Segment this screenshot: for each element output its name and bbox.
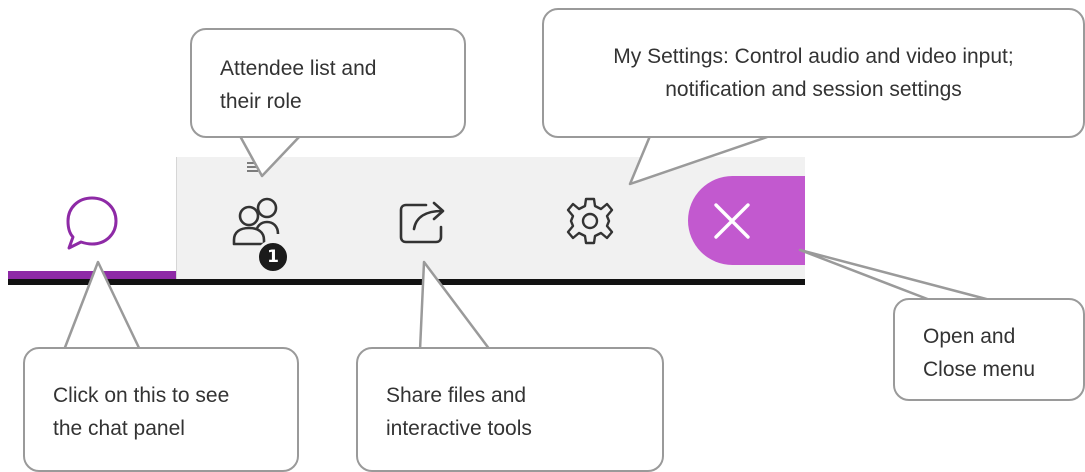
chat-callout-pointer <box>62 260 142 352</box>
close-callout-line-1: Open and <box>923 325 1016 348</box>
close-callout-pointer <box>798 248 992 302</box>
share-callout: Share files and interactive tools <box>356 347 664 472</box>
close-callout-line-2: Close menu <box>923 358 1036 381</box>
close-callout: Open and Close menu <box>893 298 1085 401</box>
settings-callout-pointer <box>628 134 772 186</box>
chat-callout-line-2: the chat panel <box>53 417 185 440</box>
settings-callout: My Settings: Control audio and video inp… <box>542 8 1085 138</box>
attendees-callout: Attendee list and their role <box>190 28 466 138</box>
share-callout-line-2: interactive tools <box>386 417 532 440</box>
attendees-callout-line-1: Attendee list and <box>220 57 377 80</box>
share-callout-line-1: Share files and <box>386 384 527 407</box>
chat-callout-line-1: Click on this to see <box>53 384 230 407</box>
share-callout-pointer <box>418 260 492 352</box>
settings-callout-line-2: notification and session settings <box>665 78 962 101</box>
attendees-callout-pointer <box>238 134 302 178</box>
attendees-callout-line-2: their role <box>220 90 302 113</box>
settings-callout-line-1: My Settings: Control audio and video inp… <box>613 45 1014 68</box>
chat-callout: Click on this to see the chat panel <box>23 347 299 472</box>
annotated-toolbar-screenshot: 1 Attendee list and their role My Settin… <box>0 0 1085 472</box>
